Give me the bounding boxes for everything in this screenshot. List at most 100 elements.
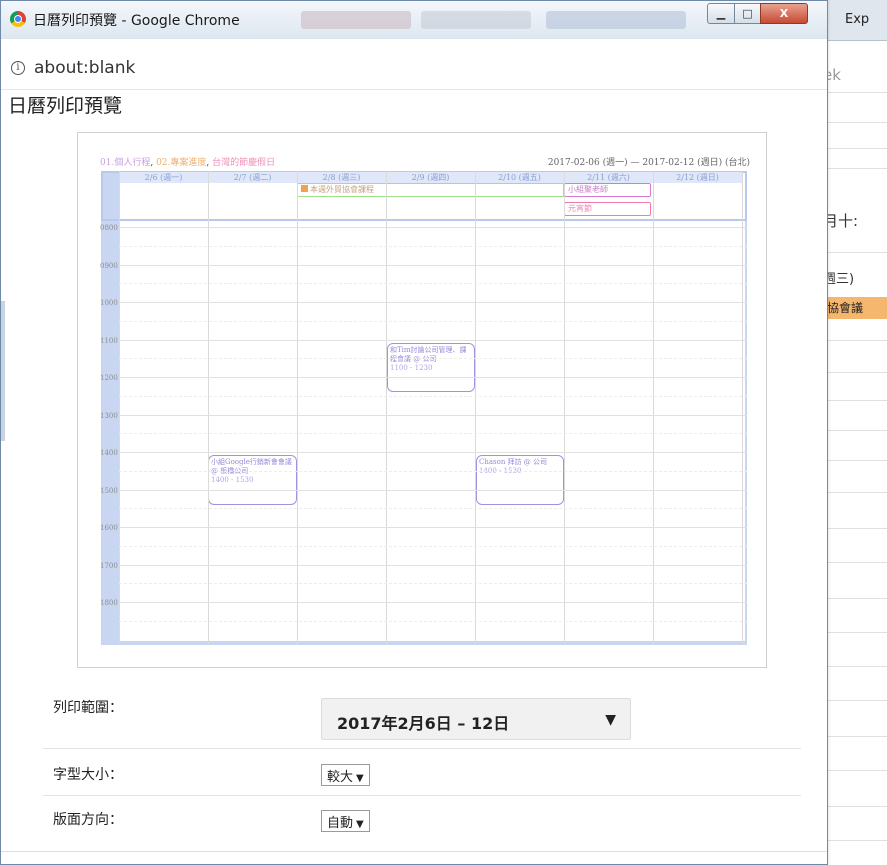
info-icon[interactable]: i xyxy=(11,61,25,75)
page-title: 日曆列印預覽 xyxy=(8,95,123,117)
calendar-preview-page: 01.個人行程, 02.專案進度, 台灣的節慶假日 2017-02-06 (週一… xyxy=(77,132,767,668)
hour-label: 1200 xyxy=(100,374,118,382)
day-column-divider xyxy=(742,171,743,645)
url-text[interactable]: about:blank xyxy=(34,58,135,78)
half-hour-line xyxy=(119,320,747,322)
hour-line xyxy=(119,564,747,566)
hour-label: 1000 xyxy=(100,299,118,307)
day-column-divider xyxy=(297,171,298,645)
day-column-divider xyxy=(119,171,120,645)
hour-label: 1500 xyxy=(100,486,118,495)
calendar-header: 01.個人行程, 02.專案進度, 台灣的節慶假日 2017-02-06 (週一… xyxy=(100,155,750,168)
close-button[interactable]: X xyxy=(760,3,808,24)
half-hour-line xyxy=(119,245,747,247)
background-window: Exp ek 月十: 週三) 協會議 xyxy=(820,0,887,865)
day-header: 2/10 (週五) xyxy=(475,172,564,183)
day-header: 2/7 (週二) xyxy=(208,172,297,183)
day-header: 2/11 (週六) xyxy=(564,172,653,183)
font-size-value: 較大 xyxy=(327,770,354,785)
hour-line xyxy=(119,377,747,378)
settings-divider xyxy=(43,748,801,749)
hour-line xyxy=(119,452,747,453)
half-hour-line xyxy=(119,470,747,472)
calendar-week-grid: 2/6 (週一) 2/7 (週二) 2/8 (週三) 2/9 (週四) 2/10… xyxy=(100,171,747,645)
chrome-icon xyxy=(10,11,26,27)
day-header: 2/9 (週四) xyxy=(386,172,475,183)
timed-event: 和Tim討論公司管理、課程會議 @ 公司 1100 - 1230 xyxy=(387,343,475,392)
font-size-select[interactable]: 較大 ▼ xyxy=(321,764,370,786)
hour-label: 1700 xyxy=(100,561,118,570)
hour-line xyxy=(119,302,747,303)
timed-event: 小組Google行銷新會會議 @ 板橋公司 1400 - 1530 xyxy=(208,455,297,505)
maximize-button[interactable]: □ xyxy=(734,3,761,24)
legend-separator: , xyxy=(206,158,210,168)
select-arrow-icon: ▼ xyxy=(356,819,364,830)
hour-label: 0800 xyxy=(100,224,118,232)
hour-label: 1400 xyxy=(100,449,118,457)
time-column xyxy=(101,171,119,645)
hour-line xyxy=(119,602,747,603)
orientation-label: 版面方向： xyxy=(53,812,123,828)
half-hour-line xyxy=(119,545,747,547)
day-column-divider xyxy=(386,171,387,645)
day-header: 2/8 (週三) xyxy=(297,172,386,183)
left-scroll-indicator xyxy=(1,301,5,441)
day-header: 2/6 (週一) xyxy=(119,172,208,183)
hour-line xyxy=(119,414,747,416)
hour-line xyxy=(119,227,747,228)
hour-line xyxy=(119,489,747,491)
address-bar[interactable]: i about:blank xyxy=(1,39,827,90)
day-header: 2/12 (週日) xyxy=(653,172,742,183)
hour-label: 0900 xyxy=(100,261,118,270)
hour-label: 1100 xyxy=(100,336,118,345)
hour-label: 1600 xyxy=(100,524,118,532)
half-hour-line xyxy=(119,583,747,585)
calendar-legend: 01.個人行程, 02.專案進度, 台灣的節慶假日 xyxy=(100,158,275,168)
legend-item: 01.個人行程 xyxy=(100,158,151,168)
day-column-divider xyxy=(653,171,654,645)
day-column-divider xyxy=(475,171,476,645)
print-range-value: 2017年2月6日 – 12日 xyxy=(337,714,510,733)
hour-label: 1800 xyxy=(100,599,118,607)
allday-event: 小組聚老師 xyxy=(564,183,651,197)
half-hour-line xyxy=(119,358,747,360)
background-tab-text: Exp xyxy=(845,12,870,27)
allday-event: 元宵節 xyxy=(564,202,651,216)
legend-separator: , xyxy=(150,158,154,168)
orientation-value: 自動 xyxy=(327,816,354,831)
event-title: 和Tim討論公司管理、課程會議 @ 公司 xyxy=(390,346,467,363)
half-hour-line xyxy=(119,508,747,510)
hour-line xyxy=(119,264,747,266)
print-preview-window: 日曆列印預覽 - Google Chrome ▁ □ X i about:bla… xyxy=(0,0,828,865)
half-hour-line xyxy=(119,395,747,397)
hour-line xyxy=(119,339,747,341)
allday-event: 本週外貿協會課程 xyxy=(297,183,564,197)
window-title: 日曆列印預覽 - Google Chrome xyxy=(33,13,240,29)
legend-item: 台灣的節慶假日 xyxy=(212,158,276,168)
orientation-select[interactable]: 自動 ▼ xyxy=(321,810,370,832)
settings-divider xyxy=(43,795,801,796)
event-time: 1100 - 1230 xyxy=(390,364,433,372)
hour-line xyxy=(119,527,747,528)
window-titlebar[interactable]: 日曆列印預覽 - Google Chrome ▁ □ X xyxy=(1,1,827,40)
half-hour-line xyxy=(119,433,747,435)
event-color-swatch xyxy=(301,185,308,192)
blurred-tab xyxy=(421,11,531,29)
allday-event-title: 本週外貿協會課程 xyxy=(310,185,374,194)
blurred-tab xyxy=(301,11,411,29)
select-arrow-icon: ▼ xyxy=(356,773,364,784)
event-title: 小組Google行銷新會會議 @ 板橋公司 xyxy=(211,458,292,475)
event-time: 1400 - 1530 xyxy=(211,476,254,484)
font-size-label: 字型大小： xyxy=(53,767,123,783)
calendar-date-range: 2017-02-06 (週一) — 2017-02-12 (週日) (台北) xyxy=(547,158,750,168)
dropdown-arrow-icon: ▼ xyxy=(605,712,616,728)
event-title: Chason 拜訪 @ 公司 xyxy=(479,458,548,466)
print-range-select[interactable]: 2017年2月6日 – 12日 ▼ xyxy=(321,698,631,740)
blurred-tab xyxy=(546,11,686,29)
legend-item: 02.專案進度 xyxy=(156,158,207,168)
timed-event: Chason 拜訪 @ 公司 1400 - 1530 xyxy=(476,455,564,505)
print-range-label: 列印範圍： xyxy=(53,700,123,716)
day-column-divider xyxy=(208,171,209,645)
half-hour-line xyxy=(119,283,747,285)
minimize-button[interactable]: ▁ xyxy=(707,3,735,24)
